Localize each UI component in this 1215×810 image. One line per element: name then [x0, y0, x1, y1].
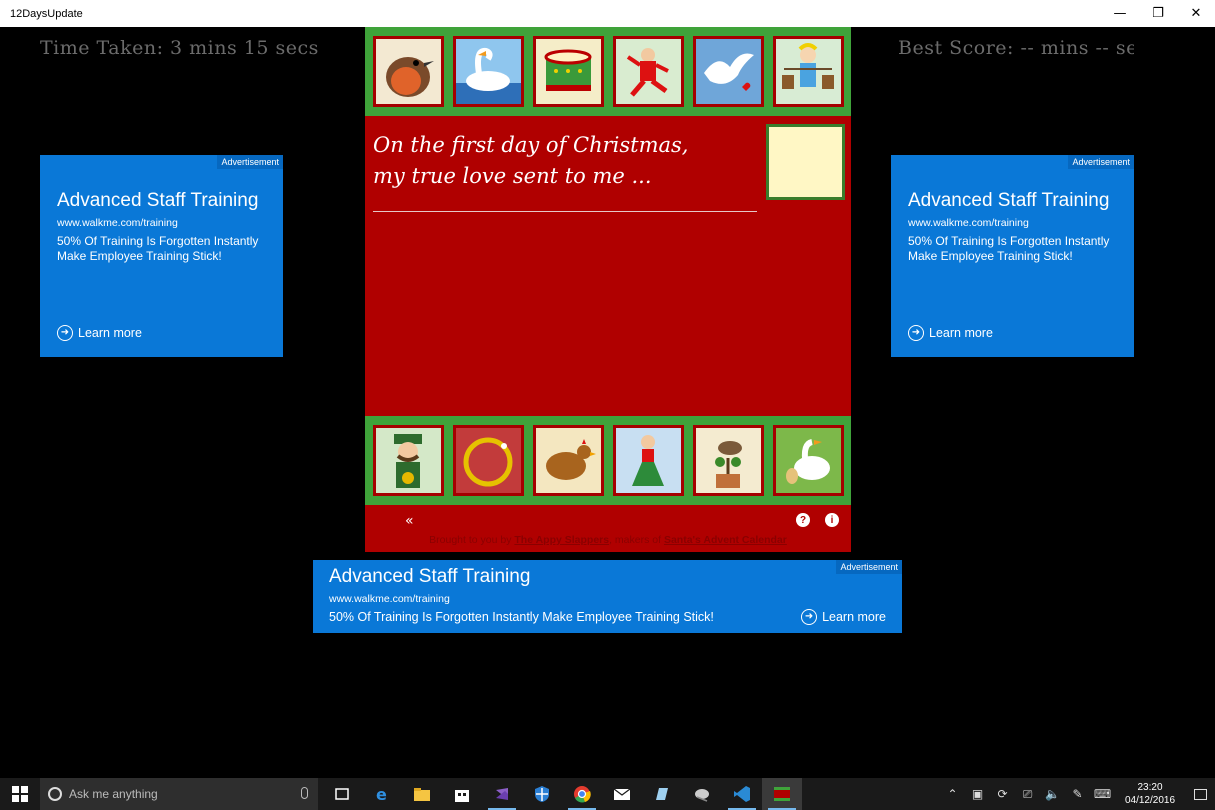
ad-badge: Advertisement — [836, 560, 902, 574]
board-footer: « ? i Brought to you by The Appy Slapper… — [365, 505, 851, 552]
learn-more-label: Learn more — [822, 610, 886, 624]
windows-logo-icon — [12, 786, 28, 802]
network-icon[interactable]: ⎚ — [1015, 787, 1040, 802]
clock-time: 23:20 — [1137, 782, 1163, 793]
edge-icon[interactable]: e — [362, 778, 402, 810]
bottom-tile-strip — [365, 416, 851, 505]
time-taken: Time Taken: 3 mins 15 secs — [40, 37, 319, 59]
chrome-icon[interactable] — [562, 778, 602, 810]
credits-prefix: Brought to you by — [429, 534, 515, 546]
arrow-right-icon: ➜ — [801, 609, 818, 625]
update-icon[interactable]: ⟳ — [990, 787, 1015, 801]
piper-tile[interactable] — [373, 425, 444, 496]
ad-headline: Advanced Staff Training — [57, 190, 259, 211]
game-board: On the first day of Christmas, my true l… — [365, 27, 851, 552]
keyboard-icon[interactable]: ⌨ — [1090, 787, 1115, 801]
verse-line-2: my true love sent to me ... — [373, 164, 652, 188]
store-icon[interactable] — [442, 778, 482, 810]
start-button[interactable] — [0, 778, 40, 810]
verse-divider — [373, 211, 757, 212]
clock[interactable]: 23:20 04/12/2016 — [1115, 781, 1185, 807]
ad-headline: Advanced Staff Training — [329, 566, 531, 587]
notepad-icon[interactable] — [642, 778, 682, 810]
goose-tile[interactable] — [773, 425, 844, 496]
ad-url: www.walkme.com/training — [57, 217, 178, 229]
vscode-icon[interactable] — [722, 778, 762, 810]
ad-url: www.walkme.com/training — [329, 593, 450, 605]
tablet-icon[interactable]: ▣ — [965, 787, 990, 801]
svg-text:e: e — [376, 785, 387, 803]
answer-drop-box[interactable] — [766, 124, 845, 200]
ad-bottom[interactable]: Advertisement Advanced Staff Training ww… — [313, 560, 902, 633]
app-icon[interactable] — [682, 778, 722, 810]
learn-more-link[interactable]: ➜ Learn more — [801, 609, 886, 625]
learn-more-label: Learn more — [78, 326, 142, 340]
mail-icon[interactable] — [602, 778, 642, 810]
defender-icon[interactable] — [522, 778, 562, 810]
dancing-lady-tile[interactable] — [613, 425, 684, 496]
partridge-tile[interactable] — [693, 425, 764, 496]
app-area: Time Taken: 3 mins 15 secs Best Score: -… — [0, 27, 1215, 778]
ad-url: www.walkme.com/training — [908, 217, 1029, 229]
learn-more-link[interactable]: ➜ Learn more — [908, 325, 993, 341]
milkmaid-tile[interactable] — [773, 36, 844, 107]
ad-badge: Advertisement — [217, 155, 283, 169]
ad-right[interactable]: Advertisement Advanced Staff Training ww… — [891, 155, 1134, 357]
product-link[interactable]: Santa's Advent Calendar — [664, 534, 787, 546]
leaping-lord-tile[interactable] — [613, 36, 684, 107]
title-bar: 12DaysUpdate — ❐ ✕ — [0, 0, 1215, 27]
pen-icon[interactable]: ✎ — [1065, 787, 1090, 801]
restore-button[interactable]: ❐ — [1139, 0, 1177, 27]
ad-left[interactable]: Advertisement Advanced Staff Training ww… — [40, 155, 283, 357]
dove-tile[interactable] — [693, 36, 764, 107]
info-icon[interactable]: i — [825, 513, 839, 527]
taskbar: Ask me anything e ⌃ ▣ ⟳ ⎚ 🔈 ✎ ⌨ 23:20 04… — [0, 778, 1215, 810]
window-title: 12DaysUpdate — [10, 7, 83, 20]
credits-text: Brought to you by The Appy Slappers, mak… — [365, 534, 851, 546]
close-button[interactable]: ✕ — [1177, 0, 1215, 27]
ad-description: 50% Of Training Is Forgotten Instantly M… — [57, 234, 259, 263]
robin-tile[interactable] — [373, 36, 444, 107]
company-link[interactable]: The Appy Slappers — [514, 534, 609, 546]
ad-headline: Advanced Staff Training — [908, 190, 1110, 211]
ad-badge: Advertisement — [1068, 155, 1134, 169]
credits-mid: , makers of — [609, 534, 664, 546]
gold-ring-tile[interactable] — [453, 425, 524, 496]
ad-description: 50% Of Training Is Forgotten Instantly M… — [329, 610, 714, 624]
hen-tile[interactable] — [533, 425, 604, 496]
rewind-icon[interactable]: « — [405, 513, 423, 529]
verse-text: On the first day of Christmas, my true l… — [373, 130, 688, 192]
clock-date: 04/12/2016 — [1124, 795, 1176, 806]
arrow-right-icon: ➜ — [57, 325, 73, 341]
system-tray: ⌃ ▣ ⟳ ⎚ 🔈 ✎ ⌨ 23:20 04/12/2016 — [940, 778, 1215, 810]
window-controls: — ❐ ✕ — [1101, 0, 1215, 27]
cortana-search-box[interactable]: Ask me anything — [40, 778, 318, 810]
verse-line-1: On the first day of Christmas, — [373, 133, 689, 157]
twelve-days-app-icon[interactable] — [762, 778, 802, 810]
chevron-up-icon[interactable]: ⌃ — [940, 787, 965, 801]
volume-icon[interactable]: 🔈 — [1040, 787, 1065, 801]
swan-tile[interactable] — [453, 36, 524, 107]
file-explorer-icon[interactable] — [402, 778, 442, 810]
task-view-icon[interactable] — [322, 778, 362, 810]
search-placeholder: Ask me anything — [69, 787, 158, 801]
visual-studio-icon[interactable] — [482, 778, 522, 810]
top-tile-strip — [365, 27, 851, 116]
help-icon[interactable]: ? — [796, 513, 810, 527]
ad-description: 50% Of Training Is Forgotten Instantly M… — [908, 234, 1110, 263]
minimize-button[interactable]: — — [1101, 0, 1139, 27]
best-score: Best Score: -- mins -- secs — [898, 37, 1134, 59]
action-center-icon[interactable] — [1185, 788, 1215, 800]
drum-tile[interactable] — [533, 36, 604, 107]
microphone-icon[interactable] — [301, 787, 308, 799]
cortana-icon — [48, 787, 62, 801]
arrow-right-icon: ➜ — [908, 325, 924, 341]
learn-more-link[interactable]: ➜ Learn more — [57, 325, 142, 341]
learn-more-label: Learn more — [929, 326, 993, 340]
taskbar-apps: e — [322, 778, 802, 810]
